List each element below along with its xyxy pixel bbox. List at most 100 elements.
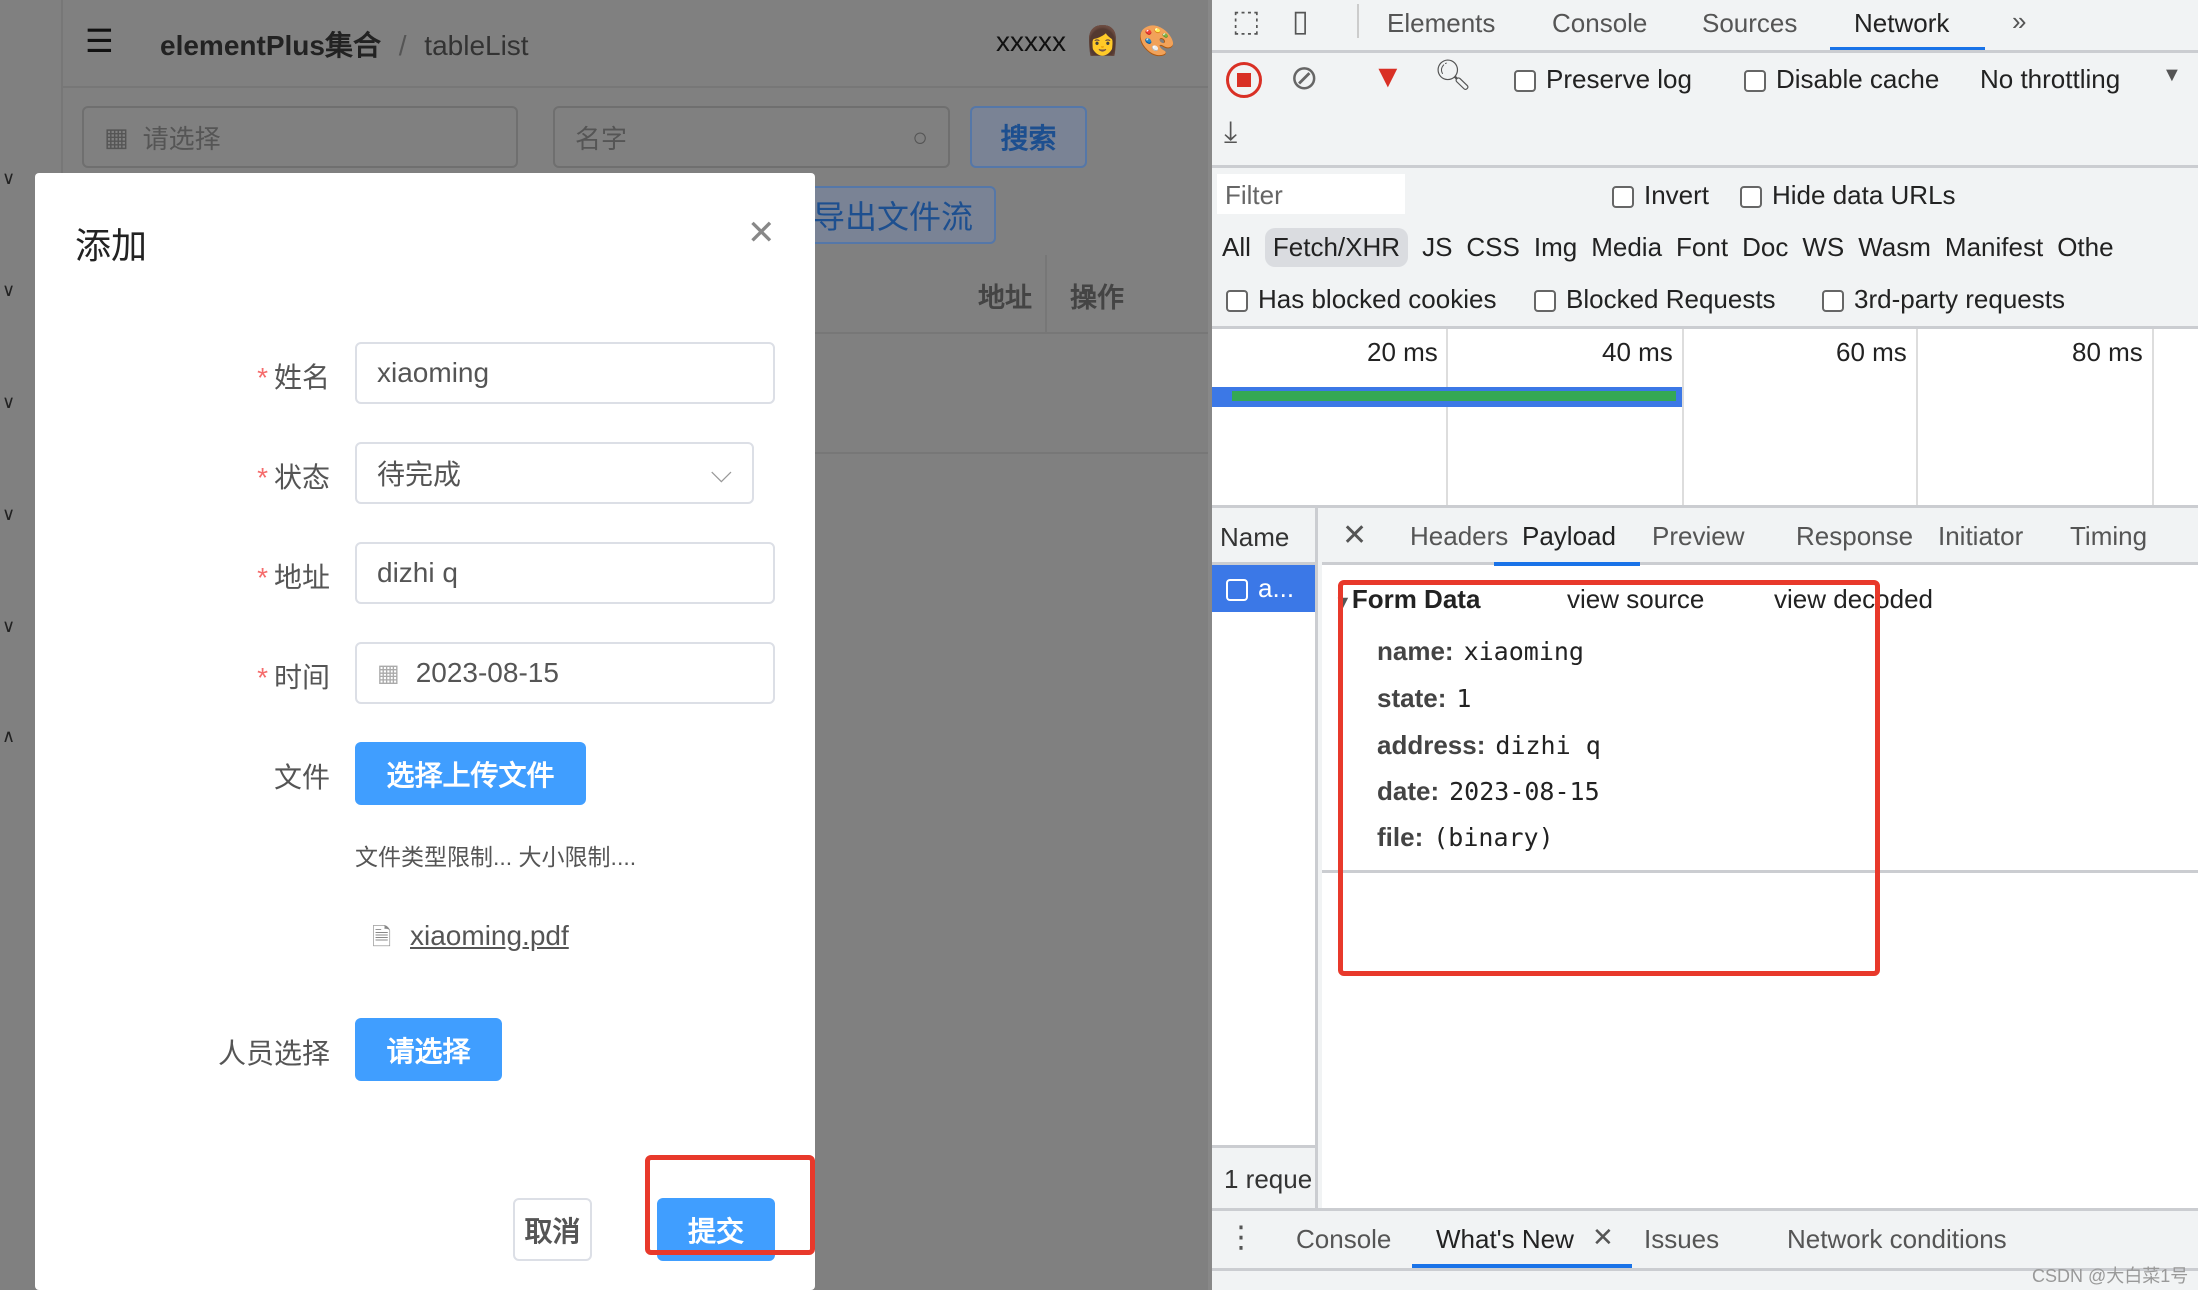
tab-network[interactable]: Network — [1854, 8, 1949, 39]
type-ws[interactable]: WS — [1802, 232, 1844, 263]
field-label-date: * 时间 — [257, 662, 330, 693]
throttling-select[interactable]: No throttling — [1980, 64, 2120, 95]
date-picker[interactable]: ▦ 请选择 — [82, 106, 518, 168]
active-detail-indicator — [1494, 562, 1640, 566]
inspect-element-icon[interactable]: ⬚ — [1232, 4, 1260, 39]
tab-console[interactable]: Console — [1552, 8, 1647, 39]
drawer-tab-console[interactable]: Console — [1296, 1224, 1391, 1255]
palette-icon[interactable]: 🎨 — [1138, 24, 1175, 59]
device-toolbar-icon[interactable]: ▯ — [1292, 4, 1309, 39]
tab-headers[interactable]: Headers — [1410, 521, 1508, 552]
timeline-tick: 80 ms — [2072, 337, 2143, 367]
type-js[interactable]: JS — [1422, 232, 1452, 263]
type-doc[interactable]: Doc — [1742, 232, 1788, 263]
dialog-title: 添加 — [75, 225, 148, 266]
more-tabs-icon[interactable]: » — [2012, 6, 2026, 37]
breadcrumb-separator: / — [398, 30, 407, 61]
chevron-down-icon[interactable]: ∨ — [2, 392, 15, 413]
resource-type-filters: All Fetch/XHR JS CSS Img Media Font Doc … — [1222, 228, 2114, 267]
search-button[interactable]: 搜索 — [970, 106, 1087, 168]
type-media[interactable]: Media — [1591, 232, 1662, 263]
type-manifest[interactable]: Manifest — [1945, 232, 2043, 263]
document-icon: 🗎 — [372, 924, 392, 951]
address-input[interactable]: dizhi q — [355, 542, 775, 604]
record-stop-icon[interactable] — [1226, 62, 1262, 98]
date-input[interactable]: ▦ 2023-08-15 — [355, 642, 775, 704]
chevron-down-icon[interactable]: ∨ — [2, 280, 15, 301]
header: ☰ elementPlus集合 / tableList xxxxx 👩 🎨 — [63, 0, 1208, 88]
tab-sources[interactable]: Sources — [1702, 8, 1797, 39]
timeline-tick: 60 ms — [1836, 337, 1907, 367]
watermark: CSDN @大白菜1号 — [2032, 1266, 2189, 1286]
filter-icon[interactable]: ▼ — [1372, 58, 1404, 95]
close-icon[interactable]: ✕ — [747, 213, 776, 253]
disable-cache-checkbox[interactable]: Disable cache — [1744, 64, 1939, 95]
uploaded-file-link[interactable]: xiaoming.pdf — [410, 920, 569, 952]
status-select[interactable]: 待完成 ⌵ — [355, 442, 754, 504]
third-party-checkbox[interactable]: 3rd-party requests — [1822, 284, 2065, 315]
type-fetch-xhr[interactable]: Fetch/XHR — [1264, 228, 1409, 267]
field-label-address: * 地址 — [257, 562, 330, 593]
menu-fold-icon[interactable]: ☰ — [85, 22, 114, 60]
highlight-box — [645, 1155, 815, 1255]
calendar-icon: ▦ — [104, 121, 129, 152]
type-other[interactable]: Othe — [2057, 232, 2113, 263]
upload-button[interactable]: 选择上传文件 — [355, 742, 586, 805]
tab-elements[interactable]: Elements — [1387, 8, 1495, 39]
type-all[interactable]: All — [1222, 232, 1251, 263]
clear-icon[interactable]: ⊘ — [1290, 58, 1319, 98]
chevron-down-icon: ⌵ — [710, 456, 732, 488]
type-img[interactable]: Img — [1534, 232, 1577, 263]
preserve-log-checkbox[interactable]: Preserve log — [1514, 64, 1692, 95]
chevron-down-icon[interactable]: ∨ — [2, 504, 15, 525]
name-value: xiaoming — [377, 357, 490, 388]
more-options-icon[interactable]: ⋮ — [1226, 1220, 1256, 1255]
cancel-button[interactable]: 取消 — [513, 1198, 592, 1261]
avatar[interactable]: 👩 — [1085, 24, 1120, 57]
export-button[interactable]: 导出文件流 — [790, 186, 996, 244]
name-search-input[interactable]: 名字 ○ — [553, 106, 950, 168]
dropdown-arrow-icon[interactable]: ▼ — [2162, 64, 2182, 87]
export-har-icon[interactable]: ⤓ — [1224, 116, 1237, 150]
type-wasm[interactable]: Wasm — [1858, 232, 1931, 263]
field-label-status: * 状态 — [257, 462, 330, 493]
tab-response[interactable]: Response — [1796, 521, 1913, 552]
type-font[interactable]: Font — [1676, 232, 1728, 263]
devtools-panel: ⬚ ▯ Elements Console Sources Network » ⊘… — [1208, 0, 2198, 1290]
close-whats-new-icon[interactable]: ✕ — [1592, 1222, 1614, 1253]
person-select-button[interactable]: 请选择 — [355, 1018, 502, 1081]
tab-timing[interactable]: Timing — [2070, 521, 2147, 552]
chevron-down-icon[interactable]: ∨ — [2, 616, 15, 637]
search-icon[interactable]: 🔍︎ — [1434, 58, 1472, 93]
has-blocked-cookies-checkbox[interactable]: Has blocked cookies — [1226, 284, 1496, 315]
drawer-tab-whats-new[interactable]: What's New — [1436, 1224, 1574, 1255]
field-label-file: 文件 — [273, 762, 330, 793]
request-row[interactable]: a... — [1212, 565, 1315, 612]
tab-preview[interactable]: Preview — [1652, 521, 1744, 552]
search-icon: ○ — [912, 121, 928, 152]
timeline-tick: 40 ms — [1602, 337, 1673, 367]
invert-checkbox[interactable]: Invert — [1612, 180, 1709, 211]
close-details-icon[interactable]: ✕ — [1342, 518, 1367, 553]
tab-payload[interactable]: Payload — [1522, 521, 1616, 552]
type-css[interactable]: CSS — [1466, 232, 1519, 263]
field-label-name: * 姓名 — [257, 362, 330, 393]
chevron-down-icon[interactable]: ∨ — [2, 168, 15, 189]
timeline-tick: 20 ms — [1367, 337, 1438, 367]
date-placeholder: 请选择 — [142, 123, 221, 154]
name-column-header[interactable]: Name — [1212, 508, 1315, 565]
drawer-tab-network-conditions[interactable]: Network conditions — [1787, 1224, 2007, 1255]
chevron-up-icon[interactable]: ∧ — [2, 726, 15, 747]
add-dialog: 添加 ✕ — [35, 173, 815, 1290]
hide-data-urls-checkbox[interactable]: Hide data URLs — [1740, 180, 1956, 211]
name-input[interactable]: xiaoming — [355, 342, 775, 404]
filter-input[interactable]: Filter — [1217, 174, 1405, 214]
timeline-overview[interactable]: 20 ms 40 ms 60 ms 80 ms — [1212, 329, 2198, 505]
blocked-requests-checkbox[interactable]: Blocked Requests — [1534, 284, 1776, 315]
drawer-tab-issues[interactable]: Issues — [1644, 1224, 1719, 1255]
field-label-person: 人员选择 — [217, 1038, 330, 1069]
username[interactable]: xxxxx — [996, 26, 1066, 58]
breadcrumb-root[interactable]: elementPlus集合 — [160, 30, 381, 61]
tab-initiator[interactable]: Initiator — [1938, 521, 2023, 552]
upload-hint: 文件类型限制... 大小限制.... — [355, 844, 637, 870]
